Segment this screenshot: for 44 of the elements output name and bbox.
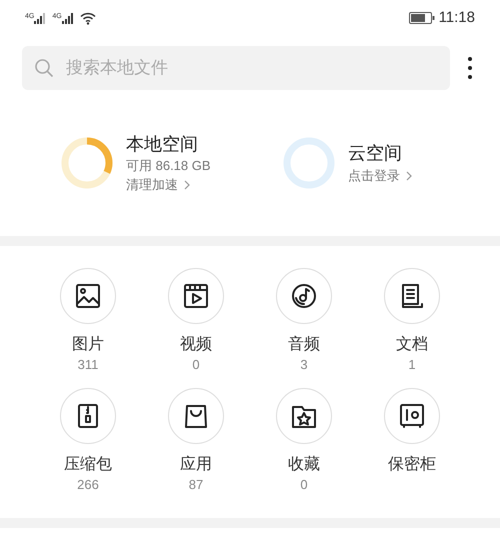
category-item[interactable]: 图片 311 [34, 268, 142, 376]
category-count: 0 [300, 476, 308, 494]
wifi-icon [80, 12, 96, 24]
category-count: 311 [78, 356, 98, 374]
search-field[interactable]: 搜索本地文件 [22, 46, 450, 90]
storage-action-link[interactable]: 清理加速 [126, 175, 178, 195]
category-label: 视频 [180, 334, 212, 355]
chevron-right-icon [184, 180, 190, 190]
category-count: 266 [77, 476, 99, 494]
safe-icon [398, 402, 426, 430]
image-icon [74, 282, 102, 310]
category-label: 音频 [288, 334, 320, 355]
category-item[interactable]: 保密柜 [358, 388, 466, 496]
signal-icon [34, 12, 46, 24]
category-count: 1 [408, 356, 416, 374]
video-icon [182, 282, 210, 310]
storage-action-link[interactable]: 点击登录 [348, 166, 400, 186]
category-count: 3 [300, 356, 308, 374]
category-label: 应用 [180, 454, 212, 475]
category-label: 压缩包 [64, 454, 112, 475]
category-label: 保密柜 [388, 454, 436, 475]
category-label: 文档 [396, 334, 428, 355]
category-count: 0 [192, 356, 200, 374]
storage-title: 本地空间 [126, 133, 199, 156]
category-item[interactable]: 收藏 0 [250, 388, 358, 496]
category-item[interactable]: 视频 0 [142, 268, 250, 376]
chevron-right-icon [406, 171, 412, 181]
category-item[interactable]: 音频 3 [250, 268, 358, 376]
search-icon [34, 58, 54, 78]
clock: 11:18 [438, 8, 475, 28]
shopping-bag-icon [182, 402, 210, 430]
signal-icon [62, 12, 74, 24]
storage-detail: 可用 86.18 GB [126, 157, 211, 175]
music-disc-icon [290, 282, 318, 310]
category-item[interactable]: 压缩包 266 [34, 388, 142, 496]
category-count: 87 [188, 476, 204, 494]
category-label: 图片 [72, 334, 104, 355]
category-label: 收藏 [288, 454, 320, 475]
storage-card[interactable]: 本地空间 可用 86.18 GB 清理加速 [58, 131, 250, 195]
category-item[interactable]: 应用 87 [142, 388, 250, 496]
storage-title: 云空间 [348, 142, 403, 165]
battery-icon [408, 12, 435, 24]
storage-card[interactable]: 云空间 点击登录 [280, 134, 442, 192]
category-item[interactable]: 文档 1 [358, 268, 466, 376]
